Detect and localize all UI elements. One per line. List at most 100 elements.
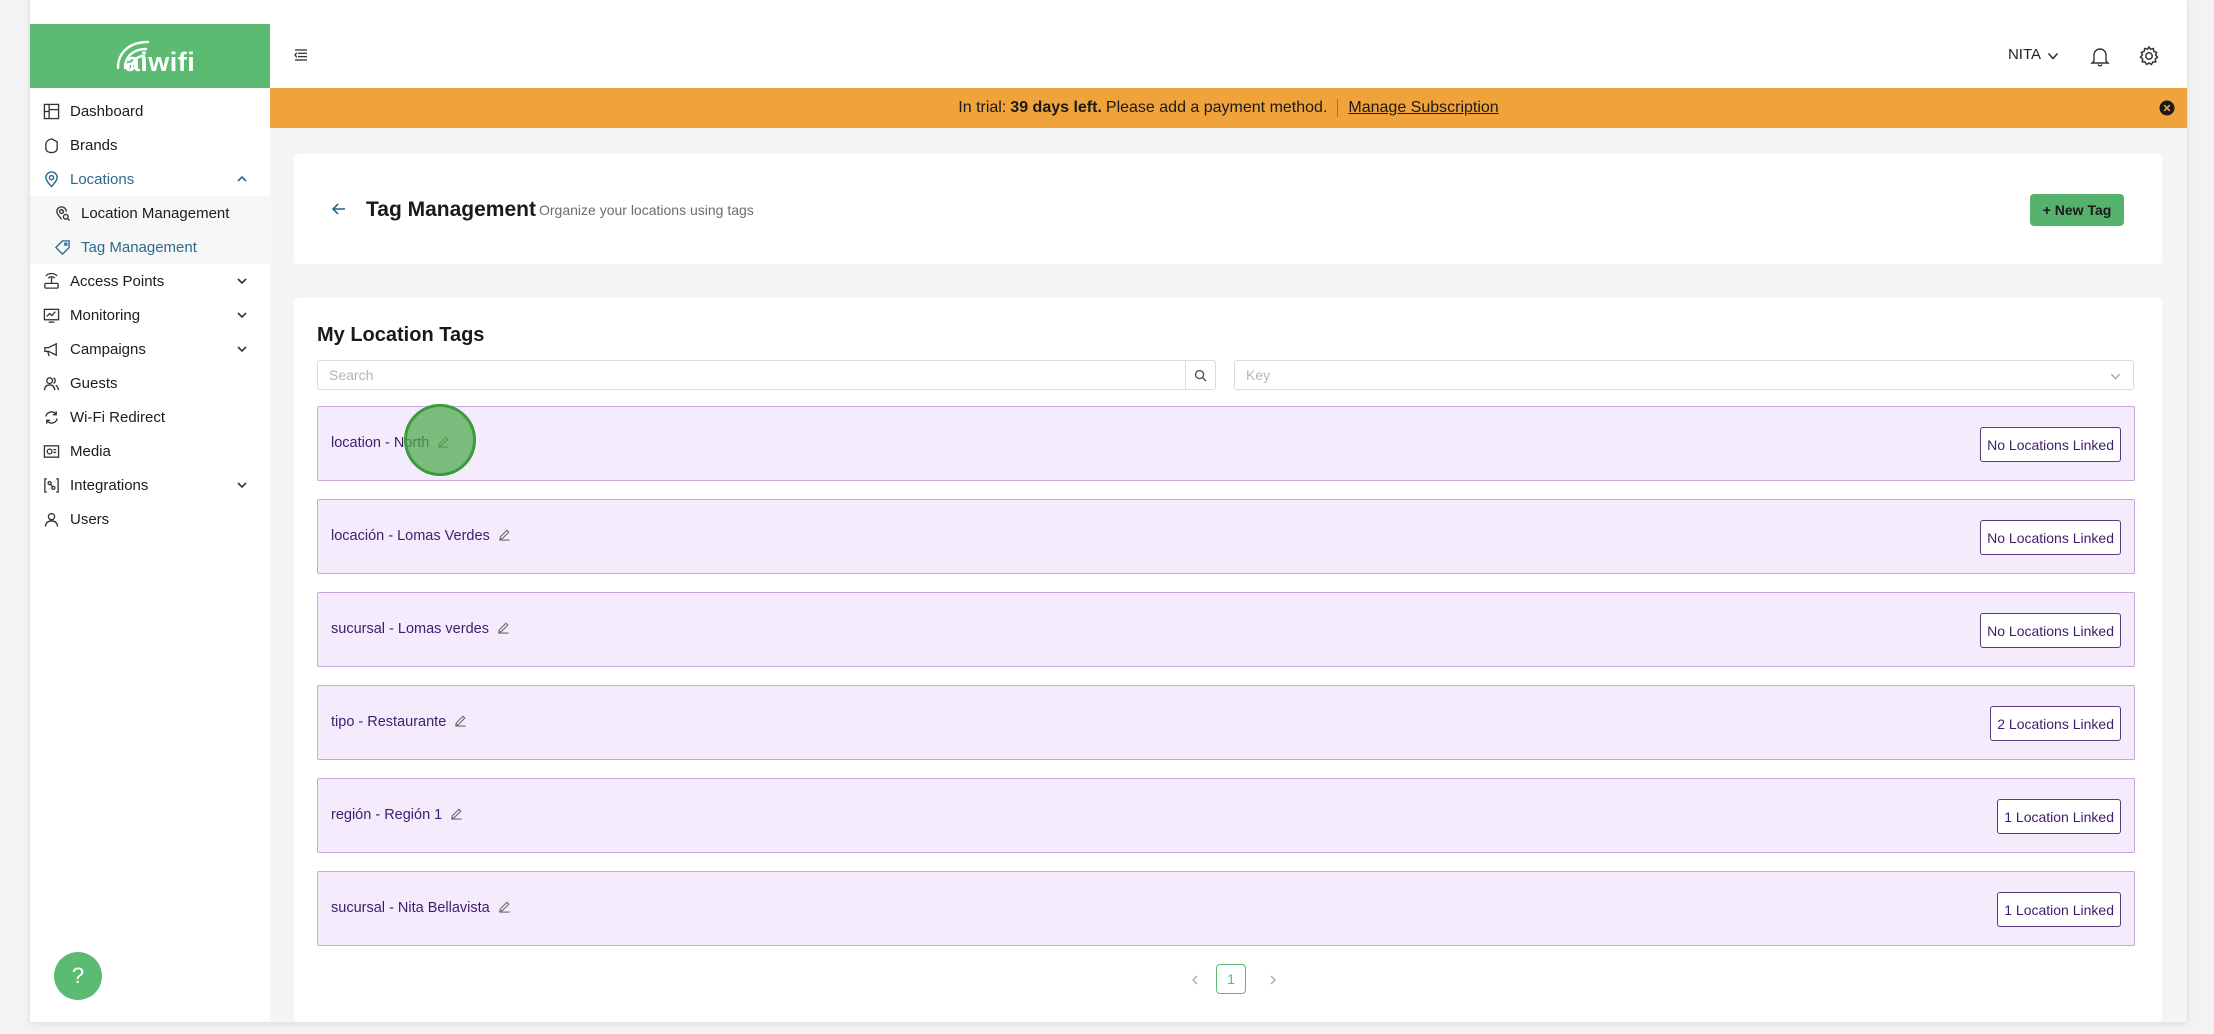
help-button[interactable]: ?	[54, 952, 102, 1000]
media-icon	[43, 445, 60, 458]
tag-row[interactable]: location - North No Locations Linked	[317, 406, 2135, 481]
integrations-icon	[44, 478, 59, 493]
sidebar: aiwifi Dashboard Brands Locations Locati…	[30, 24, 271, 1022]
sidebar-item-label: Locations	[70, 170, 135, 188]
sidebar-item-label: Wi-Fi Redirect	[70, 408, 166, 426]
sidebar-item-guests[interactable]: Guests	[30, 366, 270, 400]
tag-label: región - Región 1	[331, 807, 463, 823]
monitor-icon	[43, 308, 60, 323]
pencil-icon[interactable]	[497, 621, 510, 634]
pencil-icon[interactable]	[498, 900, 511, 913]
dashboard-icon	[43, 103, 60, 120]
guests-icon	[43, 377, 60, 391]
tag-row[interactable]: región - Región 1 1 Location Linked	[317, 778, 2135, 853]
tag-row[interactable]: sucursal - Lomas verdes No Locations Lin…	[317, 592, 2135, 667]
pencil-icon[interactable]	[450, 807, 463, 820]
pagination: 1	[294, 964, 2162, 998]
linked-locations-badge[interactable]: 1 Location Linked	[1997, 799, 2121, 834]
search-input[interactable]	[317, 360, 1185, 390]
close-icon[interactable]	[2159, 100, 2175, 116]
sidebar-item-users[interactable]: Users	[30, 502, 270, 536]
linked-locations-badge[interactable]: No Locations Linked	[1980, 427, 2121, 462]
brand-logo[interactable]: aiwifi	[30, 24, 270, 88]
linked-locations-badge[interactable]: No Locations Linked	[1980, 520, 2121, 555]
chevron-up-icon[interactable]	[236, 173, 248, 185]
sidebar-item-label: Tag Management	[81, 238, 197, 256]
new-tag-button[interactable]: + New Tag	[2030, 194, 2124, 226]
chevron-down-icon[interactable]	[236, 275, 248, 287]
gear-icon[interactable]	[2138, 45, 2160, 67]
page-subtitle: Organize your locations using tags	[539, 202, 754, 218]
user-menu[interactable]: NITA	[2008, 46, 2041, 63]
trial-message: Please add a payment method.	[1105, 99, 1328, 116]
tag-row[interactable]: tipo - Restaurante 2 Locations Linked	[317, 685, 2135, 760]
sidebar-item-label: Integrations	[70, 476, 149, 494]
search-icon	[1194, 369, 1207, 382]
user-icon	[44, 512, 59, 527]
tag-label: tipo - Restaurante	[331, 714, 467, 730]
tag-row[interactable]: sucursal - Nita Bellavista 1 Location Li…	[317, 871, 2135, 946]
pencil-icon[interactable]	[437, 435, 450, 448]
sidebar-nav: Dashboard Brands Locations Location Mana…	[30, 88, 270, 536]
sidebar-item-monitoring[interactable]: Monitoring	[30, 298, 270, 332]
sidebar-item-access-points[interactable]: Access Points	[30, 264, 270, 298]
sidebar-item-dashboard[interactable]: Dashboard	[30, 94, 270, 128]
tag-label: sucursal - Lomas verdes	[331, 621, 510, 637]
top-strip	[30, 0, 2187, 25]
sidebar-item-integrations[interactable]: Integrations	[30, 468, 270, 502]
chevron-down-icon[interactable]	[2047, 50, 2059, 62]
megaphone-icon	[44, 342, 57, 357]
sidebar-item-label: Guests	[70, 374, 118, 392]
tag-label: locación - Lomas Verdes	[331, 528, 511, 544]
sidebar-item-label: Brands	[70, 136, 118, 154]
trial-banner: In trial: 39 days left. Please add a pay…	[270, 88, 2187, 128]
redirect-icon	[45, 411, 58, 424]
chevron-down-icon	[2110, 373, 2121, 380]
tag-icon	[54, 240, 70, 256]
search-bar	[317, 360, 1216, 390]
linked-locations-badge[interactable]: 1 Location Linked	[1997, 892, 2121, 927]
chevron-right-icon[interactable]	[1267, 974, 1279, 986]
sidebar-item-media[interactable]: Media	[30, 434, 270, 468]
search-button[interactable]	[1185, 360, 1216, 390]
sidebar-item-label: Dashboard	[70, 102, 144, 120]
back-arrow-icon[interactable]	[330, 200, 348, 218]
sidebar-item-wifi-redirect[interactable]: Wi-Fi Redirect	[30, 400, 270, 434]
linked-locations-badge[interactable]: No Locations Linked	[1980, 613, 2121, 648]
location-search-icon	[56, 206, 71, 222]
brands-icon	[45, 138, 58, 154]
sidebar-item-tag-management[interactable]: Tag Management	[30, 230, 270, 264]
list-title: My Location Tags	[317, 324, 485, 346]
tag-row[interactable]: locación - Lomas Verdes No Locations Lin…	[317, 499, 2135, 574]
page-header-card: Tag Management Organize your locations u…	[294, 154, 2162, 264]
key-select-placeholder: Key	[1246, 367, 1271, 383]
banner-divider	[1337, 99, 1339, 117]
location-pin-icon	[45, 171, 58, 188]
manage-subscription-link[interactable]: Manage Subscription	[1348, 99, 1498, 117]
chevron-left-icon[interactable]	[1189, 974, 1201, 986]
chevron-down-icon[interactable]	[236, 479, 248, 491]
bell-icon[interactable]	[2089, 45, 2111, 67]
tags-list-card: My Location Tags Key location - North No…	[294, 298, 2162, 1022]
sidebar-item-locations[interactable]: Locations	[30, 162, 270, 196]
sidebar-item-location-management[interactable]: Location Management	[30, 196, 270, 230]
tag-label: location - North	[331, 435, 450, 451]
app-window: aiwifi Dashboard Brands Locations Locati…	[29, 0, 2188, 1022]
sidebar-item-label: Media	[70, 442, 111, 460]
linked-locations-badge[interactable]: 2 Locations Linked	[1990, 706, 2121, 741]
chevron-down-icon[interactable]	[236, 309, 248, 321]
sidebar-item-brands[interactable]: Brands	[30, 128, 270, 162]
pencil-icon[interactable]	[454, 714, 467, 727]
top-header: NITA	[270, 24, 2187, 88]
page-number-current[interactable]: 1	[1216, 964, 1246, 994]
key-select[interactable]: Key	[1234, 360, 2134, 390]
chevron-down-icon[interactable]	[236, 343, 248, 355]
access-point-icon	[44, 273, 59, 289]
sidebar-item-label: Campaigns	[70, 340, 146, 358]
sidebar-item-label: Location Management	[81, 204, 230, 222]
sidebar-item-label: Users	[70, 510, 110, 528]
sidebar-item-campaigns[interactable]: Campaigns	[30, 332, 270, 366]
menu-collapse-icon[interactable]	[294, 48, 308, 62]
trial-days-left: 39 days left.	[1010, 99, 1102, 116]
pencil-icon[interactable]	[498, 528, 511, 541]
